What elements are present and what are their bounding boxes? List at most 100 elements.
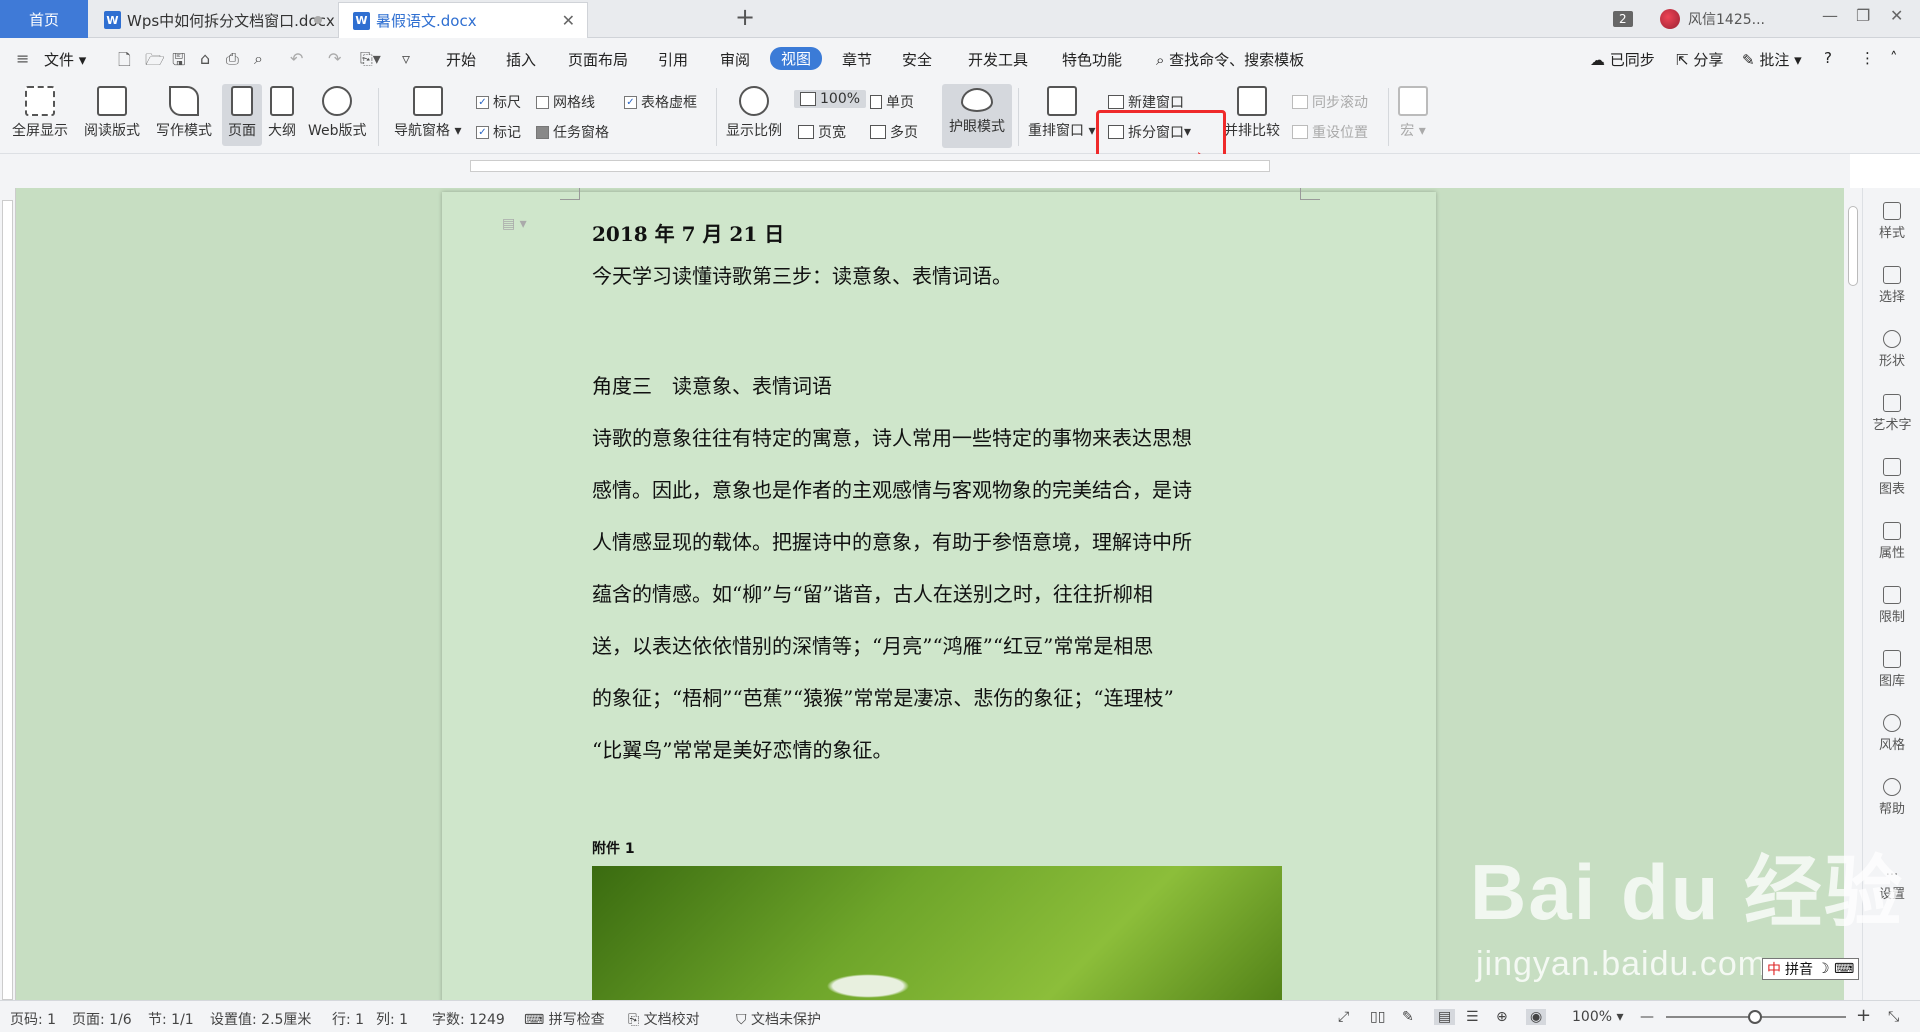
close-window-icon[interactable]: ✕ xyxy=(1890,6,1903,25)
zoom-100-button[interactable]: 100% xyxy=(794,90,867,108)
share-button[interactable]: ⇱ 分享 xyxy=(1676,49,1723,70)
vertical-ruler[interactable] xyxy=(0,188,16,1000)
nav-pane-button[interactable]: 导航窗格 ▾ xyxy=(394,86,461,140)
paragraph-line[interactable]: 送，以表达依依惜别的深情等；“月亮”“鸿雁”“红豆”常常是相思 xyxy=(592,630,1153,659)
format-painter-icon[interactable]: ⌂ xyxy=(200,49,210,68)
fullscreen-status-icon[interactable]: ⤢ xyxy=(1338,1009,1349,1025)
ruler-scale[interactable] xyxy=(470,160,1270,172)
more-options-icon[interactable]: ⋮ xyxy=(1860,49,1875,67)
page-view-button[interactable]: 页面 xyxy=(222,84,262,146)
gridlines-checkbox[interactable]: 网格线 xyxy=(536,92,595,112)
ruler-checkbox[interactable]: ✓ 标尺 xyxy=(476,92,521,112)
paragraph-line[interactable]: “比翼鸟”常常是美好恋情的象征。 xyxy=(592,734,892,763)
menu-references[interactable]: 引用 xyxy=(658,49,688,70)
hamburger-icon[interactable]: ≡ xyxy=(16,49,29,68)
menu-chapter[interactable]: 章节 xyxy=(842,49,872,70)
status-pages[interactable]: 页面: 1/6 xyxy=(72,1009,132,1029)
page-width-button[interactable]: 页宽 xyxy=(798,122,846,142)
status-col[interactable]: 列: 1 xyxy=(376,1009,408,1029)
undo-icon[interactable]: ↶ xyxy=(290,49,303,68)
command-search[interactable]: ⌕ 查找命令、搜索模板 xyxy=(1156,49,1304,70)
menu-review[interactable]: 审阅 xyxy=(720,49,750,70)
user-account[interactable]: 风信1425... xyxy=(1660,0,1765,38)
web-layout-button[interactable]: Web版式 xyxy=(308,86,367,140)
paragraph-line[interactable]: 蕴含的情感。如“柳”与“留”谐音，古人在送别之时，往往折柳相 xyxy=(592,578,1153,607)
restore-icon[interactable]: ❐ xyxy=(1856,6,1870,25)
menu-view[interactable]: 视图 xyxy=(770,47,823,70)
horizontal-ruler[interactable] xyxy=(0,154,1850,188)
paragraph-line[interactable]: 感情。因此，意象也是作者的主观感情与客观物象的完美结合，是诗 xyxy=(592,474,1192,503)
web-status-icon[interactable]: ⊕ xyxy=(1496,1009,1508,1025)
eye-mode-button[interactable]: 护眼模式 xyxy=(942,84,1012,148)
save-icon[interactable]: 🖫 xyxy=(172,49,186,76)
doc-proof-button[interactable]: ⎘ 文档校对 xyxy=(628,1009,700,1029)
tab-home[interactable]: 首页 xyxy=(0,0,88,38)
sidebar-wordart[interactable]: 艺术字 xyxy=(1863,394,1920,433)
marks-checkbox[interactable]: ✓ 标记 xyxy=(476,122,521,142)
ime-toolbar[interactable]: 中拼音 ☽ ⌨ xyxy=(1762,958,1860,980)
expand-status-icon[interactable]: ⤡ xyxy=(1888,1009,1899,1025)
write-mode-button[interactable]: 写作模式 xyxy=(156,86,212,140)
new-window-button[interactable]: 新建窗口 xyxy=(1108,92,1184,112)
task-pane-checkbox[interactable]: 任务窗格 xyxy=(536,122,609,142)
zoom-in-icon[interactable]: + xyxy=(1856,1005,1871,1026)
fullscreen-button[interactable]: 全屏显示 xyxy=(12,86,68,140)
sidebar-style-theme[interactable]: 风格 xyxy=(1863,714,1920,753)
print-preview-icon[interactable]: ⌕ xyxy=(254,49,263,69)
print-icon[interactable]: ⎙ xyxy=(226,49,239,69)
open-folder-icon[interactable]: 🗁 xyxy=(145,49,165,76)
flower-photo[interactable] xyxy=(592,866,1282,1000)
menu-security[interactable]: 安全 xyxy=(902,49,932,70)
sidebar-help[interactable]: 帮助 xyxy=(1863,778,1920,817)
page-view-status-icon[interactable]: ▤ xyxy=(1434,1009,1456,1025)
new-doc-icon[interactable]: 🗋 xyxy=(118,49,131,76)
sidebar-gallery[interactable]: 图库 xyxy=(1863,650,1920,689)
status-section[interactable]: 节: 1/1 xyxy=(148,1009,194,1029)
zoom-button[interactable]: 显示比例 xyxy=(726,86,782,140)
redo-icon[interactable]: ↷ xyxy=(328,49,341,68)
more-quick-icon[interactable]: ⎘▾ xyxy=(360,49,381,69)
spell-check-button[interactable]: ⌨ 拼写检查 xyxy=(524,1009,605,1029)
paragraph-handle-icon[interactable]: ▤ ▾ xyxy=(502,216,527,232)
side-by-side-button[interactable]: 并排比较 xyxy=(1224,86,1280,140)
menu-file[interactable]: 文件 ▾ xyxy=(44,49,86,70)
zoom-slider-handle[interactable] xyxy=(1748,1010,1762,1024)
rearrange-windows-button[interactable]: 重排窗口 ▾ xyxy=(1028,86,1095,140)
single-page-button[interactable]: 单页 xyxy=(870,92,914,112)
sidebar-shapes[interactable]: 形状 xyxy=(1863,330,1920,369)
menu-special[interactable]: 特色功能 xyxy=(1062,49,1122,70)
minimize-icon[interactable]: — xyxy=(1822,6,1838,25)
menu-developer[interactable]: 开发工具 xyxy=(968,49,1028,70)
collapse-ribbon-icon[interactable]: ˄ xyxy=(1890,49,1898,67)
outline-status-icon[interactable]: ☰ xyxy=(1466,1009,1479,1025)
paragraph-line[interactable]: 诗歌的意象往往有特定的寓意，诗人常用一些特定的事物来表达思想 xyxy=(592,422,1192,451)
read-mode-button[interactable]: 阅读版式 xyxy=(84,86,140,140)
doc-intro[interactable]: 今天学习读懂诗歌第三步：读意象、表情词语。 xyxy=(592,260,1012,289)
customize-icon[interactable]: ▿ xyxy=(402,49,410,68)
status-row[interactable]: 行: 1 xyxy=(332,1009,364,1029)
menu-insert[interactable]: 插入 xyxy=(506,49,536,70)
paragraph-line[interactable]: 的象征；“梧桐”“芭蕉”“猿猴”常常是凄凉、悲伤的象征；“连理枝” xyxy=(592,682,1174,711)
sidebar-chart[interactable]: 图表 xyxy=(1863,458,1920,497)
window-count-badge[interactable]: 2 xyxy=(1613,0,1633,38)
menu-start[interactable]: 开始 xyxy=(446,49,476,70)
close-tab-icon[interactable]: ✕ xyxy=(562,11,575,30)
tab-doc-wps-split[interactable]: W Wps中如何拆分文档窗口.docx xyxy=(90,2,336,38)
eye-mode-status-icon[interactable]: ◉ xyxy=(1526,1009,1547,1025)
status-word-count[interactable]: 字数: 1249 xyxy=(432,1009,505,1029)
document-page[interactable]: ▤ ▾ 2018 年 7 月 21 日 今天学习读懂诗歌第三步：读意象、表情词语… xyxy=(442,188,1436,1000)
read-mode-status-icon[interactable]: ▯▯ xyxy=(1370,1009,1385,1025)
doc-heading[interactable]: 角度三 读意象、表情词语 xyxy=(592,370,832,399)
macro-button[interactable]: 宏 ▾ xyxy=(1398,86,1428,140)
sidebar-properties[interactable]: 属性 xyxy=(1863,522,1920,561)
reset-position-button[interactable]: 重设位置 xyxy=(1292,122,1368,142)
status-page-no[interactable]: 页码: 1 xyxy=(10,1009,56,1029)
sync-scroll-button[interactable]: 同步滚动 xyxy=(1292,92,1368,112)
help-icon[interactable]: ? xyxy=(1824,49,1832,67)
sync-status[interactable]: ☁ 已同步 xyxy=(1590,49,1655,70)
sidebar-styles[interactable]: 样式 xyxy=(1863,202,1920,241)
paragraph-line[interactable]: 人情感显现的载体。把握诗中的意象，有助于参悟意境，理解诗中所 xyxy=(592,526,1192,555)
multi-page-button[interactable]: 多页 xyxy=(870,122,918,142)
attachment-label[interactable]: 附件 1 xyxy=(592,838,635,858)
tab-doc-summer-chinese[interactable]: W 暑假语文.docx ✕ xyxy=(338,2,588,38)
